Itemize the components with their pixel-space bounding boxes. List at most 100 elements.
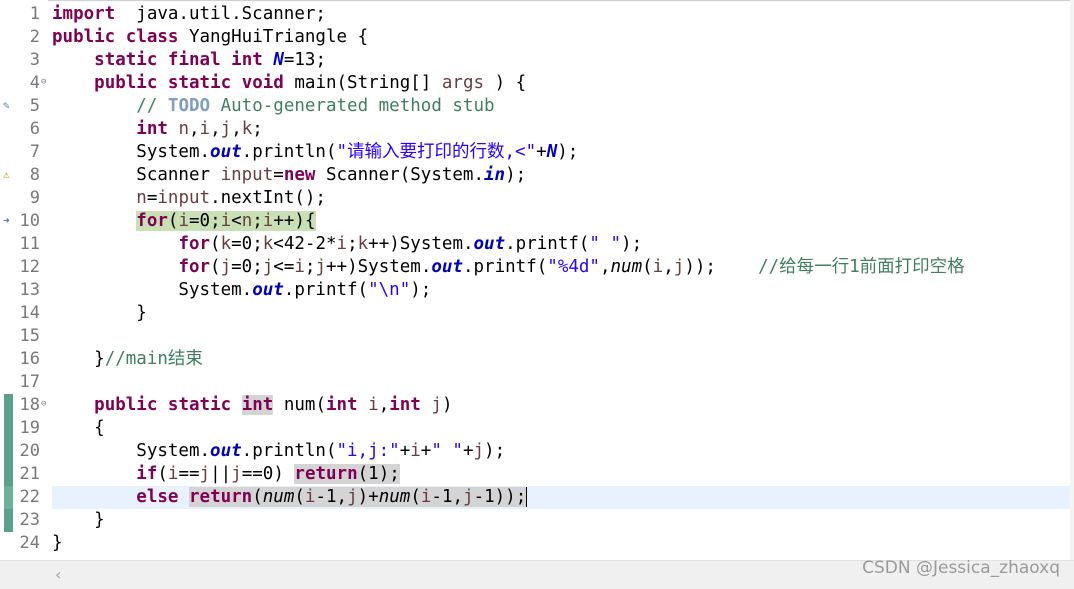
code-token: return <box>189 487 253 507</box>
code-line[interactable]: // TODO Auto-generated method stub <box>52 95 1074 118</box>
code-token: i <box>420 487 432 507</box>
code-token: return <box>294 464 358 484</box>
code-token: .printf( <box>283 280 369 300</box>
code-token: ( <box>410 487 421 507</box>
text-cursor <box>526 487 528 507</box>
code-token: k <box>262 234 274 254</box>
code-token: < <box>231 211 242 231</box>
code-token: out <box>210 142 242 162</box>
occurrence-highlight: return(num(i-1,j)+num(i-1,j-1)); <box>189 487 527 507</box>
task-marker-icon[interactable]: ✎ <box>3 100 13 112</box>
code-line[interactable] <box>52 371 1074 394</box>
code-line[interactable]: System.out.println("i,j:"+i+" "+j); <box>52 440 1074 463</box>
code-line[interactable]: if(i==j||j==0) return(1); <box>52 463 1074 486</box>
code-token: public <box>94 395 158 415</box>
code-line[interactable]: for(j=0;j<=i;j++)System.out.printf("%4d"… <box>52 256 1074 279</box>
code-line[interactable]: import java.util.Scanner; <box>52 3 1074 26</box>
code-token: j <box>315 257 327 277</box>
code-token: n <box>241 211 253 231</box>
code-line[interactable] <box>52 325 1074 348</box>
code-line[interactable]: { <box>52 417 1074 440</box>
code-token: k <box>220 234 232 254</box>
code-token: //给每一行1前面打印空格 <box>758 257 965 277</box>
code-token: ++)System. <box>326 257 432 277</box>
code-token: N <box>546 142 558 162</box>
line-number: 7 <box>29 142 40 162</box>
code-line[interactable]: } <box>52 532 1074 555</box>
code-line[interactable]: System.out.println("请输入要打印的行数,<"+N); <box>52 141 1074 164</box>
code-line[interactable]: }//main结束 <box>52 348 1074 371</box>
quickdiff-change-marker <box>4 509 13 532</box>
code-editor[interactable]: 1 2 3 4 ⊖ 5 ✎ 6 7 8 ⚠ 9 10 ➜ 11 12 13 14 15 16 17 18 ⊖ 19 20 21 22… <box>0 0 1074 560</box>
scroll-left-icon[interactable]: ‹ <box>55 565 61 584</box>
code-line[interactable]: public static int num(int i,int j) <box>52 394 1074 417</box>
fold-toggle-icon[interactable]: ⊖ <box>41 400 49 409</box>
code-line[interactable]: } <box>52 509 1074 532</box>
code-token: -1, <box>315 487 348 507</box>
code-line[interactable]: Scanner input=new Scanner(System.in); <box>52 164 1074 187</box>
code-token: i <box>178 211 189 231</box>
code-token: ( <box>252 487 263 507</box>
code-token: System. <box>52 142 211 162</box>
code-token: j <box>231 464 242 484</box>
code-token: )+ <box>357 487 379 507</box>
code-token: Scanner(System. <box>315 165 484 185</box>
code-line[interactable]: int n,i,j,k; <box>52 118 1074 141</box>
line-number: 6 <box>29 119 40 139</box>
code-token: out <box>473 234 506 254</box>
code-token: in <box>484 165 506 185</box>
code-token: static <box>167 395 232 415</box>
code-token: ; <box>347 234 358 254</box>
watermark: CSDN @Jessica_zhaoxq <box>862 558 1060 578</box>
code-token: "%4d" <box>547 257 600 277</box>
code-line[interactable]: public class YangHuiTriangle { <box>52 26 1074 49</box>
code-token: (1); <box>357 464 400 484</box>
code-token: public <box>52 27 116 47</box>
code-token: + <box>420 441 432 461</box>
line-number: 4 <box>29 73 40 93</box>
code-line[interactable]: n=input.nextInt(); <box>52 187 1074 210</box>
line-number: 17 <box>19 372 40 392</box>
code-token: + <box>399 441 411 461</box>
code-line[interactable]: else return(num(i-1,j)+num(i-1,j-1)); <box>52 486 1074 509</box>
code-line[interactable]: public static void main(String[] args ) … <box>52 72 1074 95</box>
code-line[interactable]: for(k=0;k<42-2*i;k++)System.out.printf("… <box>52 233 1074 256</box>
code-token: } <box>52 349 105 369</box>
warning-marker-icon[interactable]: ⚠ <box>3 169 13 181</box>
code-area[interactable]: import java.util.Scanner; public class Ya… <box>52 0 1074 560</box>
debug-current-line-icon[interactable]: ➜ <box>3 215 13 227</box>
code-token: out <box>210 441 242 461</box>
code-token: ( <box>642 257 653 277</box>
line-number: 12 <box>19 257 40 277</box>
code-line[interactable]: static final int N=13; <box>52 49 1074 72</box>
code-token: || <box>210 464 232 484</box>
line-number: 1 <box>29 4 40 24</box>
code-token: ( <box>157 464 168 484</box>
code-line[interactable]: } <box>52 302 1074 325</box>
quickdiff-change-marker <box>4 394 13 417</box>
fold-toggle-icon[interactable]: ⊖ <box>41 78 49 87</box>
code-token: , <box>210 119 221 139</box>
code-token: else <box>136 487 179 507</box>
code-token: } <box>52 533 63 553</box>
code-line[interactable]: for(i=0;i<n;i++){ <box>52 210 1074 233</box>
code-token: final <box>167 50 221 70</box>
code-token: System. <box>52 441 211 461</box>
code-token: ; <box>252 119 263 139</box>
code-token: ( <box>294 487 305 507</box>
code-token: -1)); <box>473 487 527 507</box>
code-line[interactable]: System.out.printf("\n"); <box>52 279 1074 302</box>
code-token: .printf( <box>462 257 548 277</box>
code-token: j <box>431 395 442 415</box>
